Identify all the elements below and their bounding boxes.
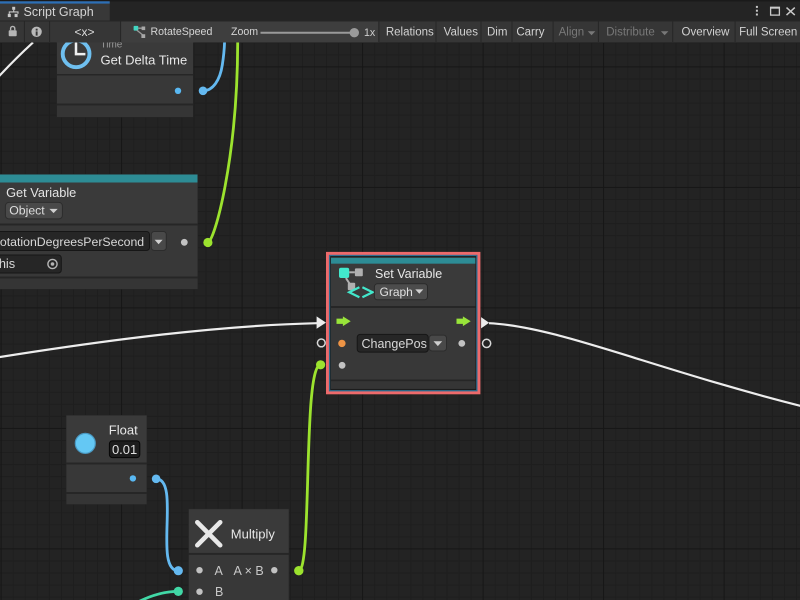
svg-text:Relations: Relations xyxy=(386,27,434,39)
svg-text:Dim: Dim xyxy=(487,27,507,39)
svg-text:Zoom: Zoom xyxy=(231,26,258,38)
svg-text:RotateSpeed: RotateSpeed xyxy=(151,26,213,38)
svg-text:B: B xyxy=(215,585,223,599)
svg-text:Float: Float xyxy=(109,423,138,438)
svg-text:Get Delta Time: Get Delta Time xyxy=(101,53,188,68)
svg-text:Distribute: Distribute xyxy=(606,27,655,39)
svg-text:This: This xyxy=(0,256,15,271)
svg-text:A: A xyxy=(215,564,224,578)
svg-text:Script Graph: Script Graph xyxy=(24,5,94,19)
svg-text:Carry: Carry xyxy=(516,27,544,39)
svg-text:Set Variable: Set Variable xyxy=(375,267,442,281)
svg-text:Full Screen: Full Screen xyxy=(739,27,797,39)
svg-text:<x>: <x> xyxy=(74,25,94,39)
svg-text:Get Variable: Get Variable xyxy=(6,185,76,200)
svg-text:1x: 1x xyxy=(364,27,376,39)
svg-text:Overview: Overview xyxy=(682,27,731,39)
svg-text:RotationDegreesPerSecond: RotationDegreesPerSecond xyxy=(0,235,144,249)
svg-text:0.01: 0.01 xyxy=(112,442,137,457)
svg-text:Multiply: Multiply xyxy=(231,527,276,542)
svg-text:Graph: Graph xyxy=(380,285,413,299)
svg-text:A × B: A × B xyxy=(234,564,264,578)
svg-text:Values: Values xyxy=(444,27,479,39)
svg-text:Align: Align xyxy=(559,27,585,39)
svg-text:Object: Object xyxy=(9,204,45,218)
svg-text:ChangePos: ChangePos xyxy=(362,337,427,351)
